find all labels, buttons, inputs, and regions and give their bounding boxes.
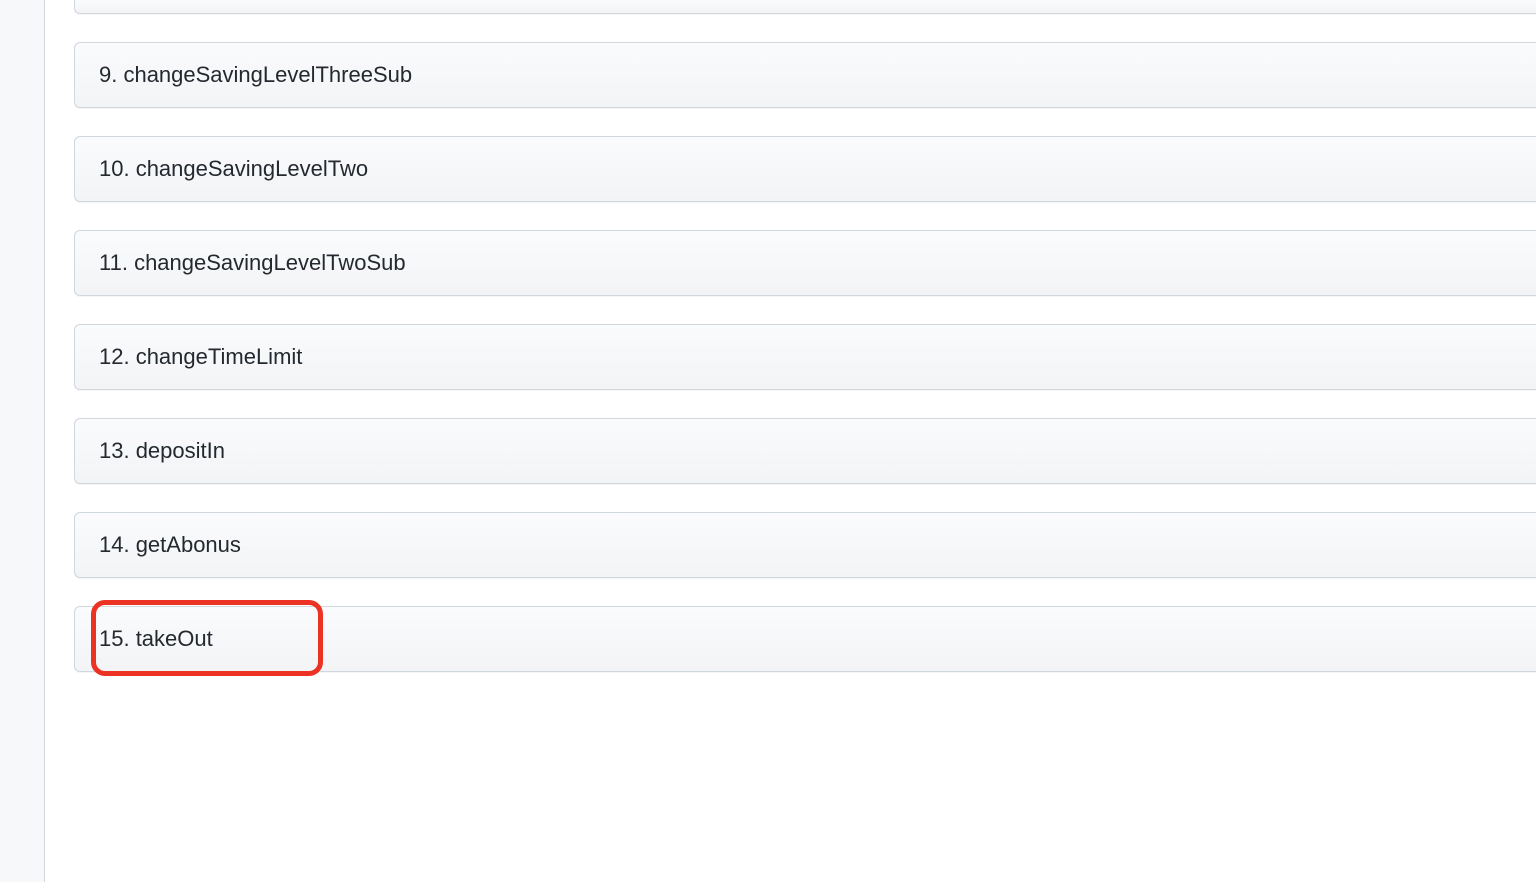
list-item[interactable]: 11. changeSavingLevelTwoSub bbox=[74, 230, 1536, 296]
panel-container: 9. changeSavingLevelThreeSub 10. changeS… bbox=[44, 0, 1536, 882]
list-item[interactable]: 10. changeSavingLevelTwo bbox=[74, 136, 1536, 202]
list-item[interactable]: 14. getAbonus bbox=[74, 512, 1536, 578]
list-item-label: 13. depositIn bbox=[99, 438, 225, 463]
list-item-label: 15. takeOut bbox=[99, 626, 213, 651]
list-item[interactable]: 9. changeSavingLevelThreeSub bbox=[74, 42, 1536, 108]
list-item[interactable]: 12. changeTimeLimit bbox=[74, 324, 1536, 390]
list-item[interactable]: 15. takeOut bbox=[74, 606, 1536, 672]
list-item-label: 14. getAbonus bbox=[99, 532, 241, 557]
list-item-label: 10. changeSavingLevelTwo bbox=[99, 156, 368, 181]
list-item-label: 12. changeTimeLimit bbox=[99, 344, 302, 369]
list-item-label: 11. changeSavingLevelTwoSub bbox=[99, 250, 406, 275]
list-item-label: 9. changeSavingLevelThreeSub bbox=[99, 62, 412, 87]
function-list: 9. changeSavingLevelThreeSub 10. changeS… bbox=[45, 0, 1536, 672]
list-item-partial[interactable] bbox=[74, 0, 1536, 14]
list-item[interactable]: 13. depositIn bbox=[74, 418, 1536, 484]
